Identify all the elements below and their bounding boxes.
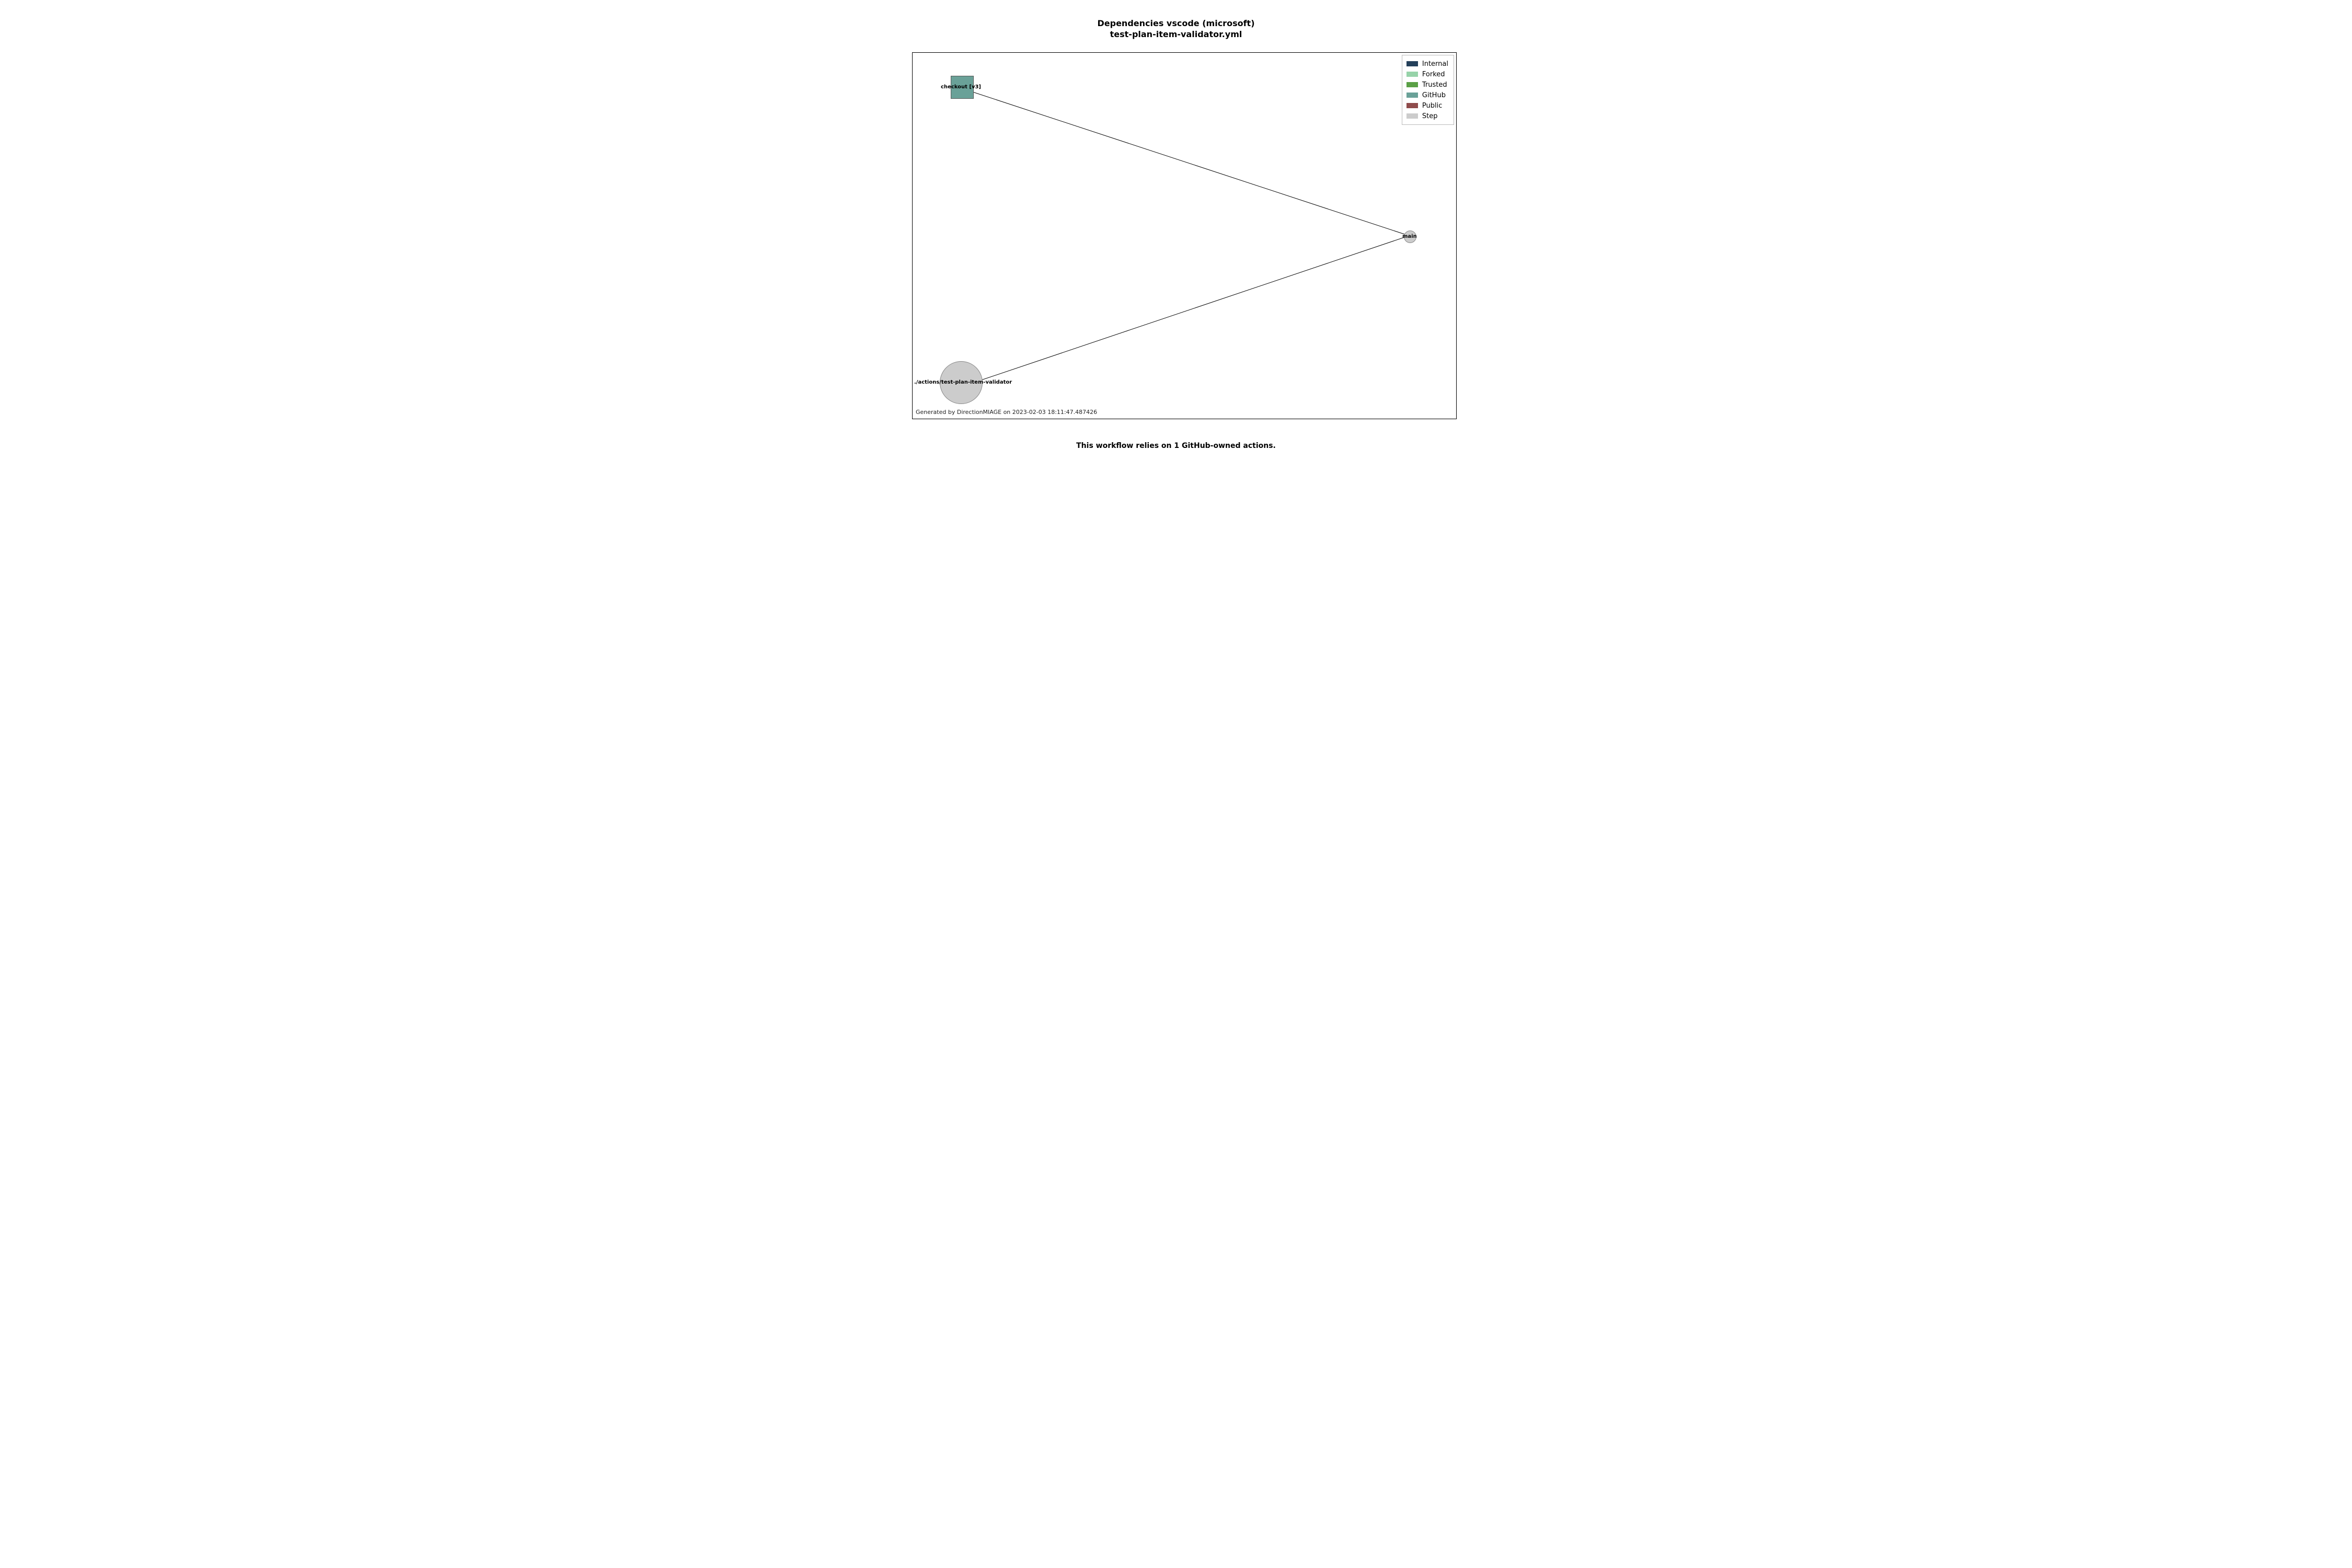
title-line-1: Dependencies vscode (microsoft): [1097, 18, 1254, 28]
node-main-label: main: [1402, 234, 1417, 239]
legend-label-trusted: Trusted: [1422, 81, 1447, 89]
legend-swatch-public: [1406, 103, 1418, 108]
legend-label-forked: Forked: [1422, 71, 1445, 78]
legend-row-github: GitHub: [1406, 90, 1448, 100]
legend-row-public: Public: [1406, 100, 1448, 111]
edge-main-validator: [975, 236, 1409, 382]
legend-swatch-github: [1406, 93, 1418, 98]
legend: Internal Forked Trusted GitHub Public St…: [1402, 55, 1454, 125]
caption-text: This workflow relies on 1 GitHub-owned a…: [823, 442, 1529, 450]
legend-row-internal: Internal: [1406, 59, 1448, 69]
legend-row-trusted: Trusted: [1406, 79, 1448, 90]
legend-label-public: Public: [1422, 102, 1442, 110]
generated-by-text: Generated by DirectionMIAGE on 2023-02-0…: [916, 409, 1097, 416]
figure-container: Dependencies vscode (microsoft) test-pla…: [823, 0, 1529, 470]
legend-swatch-step: [1406, 113, 1418, 119]
title-line-2: test-plan-item-validator.yml: [1110, 29, 1242, 39]
legend-swatch-internal: [1406, 61, 1418, 66]
legend-swatch-forked: [1406, 72, 1418, 77]
graph-edges: [913, 53, 1456, 419]
legend-label-github: GitHub: [1422, 91, 1446, 99]
legend-row-step: Step: [1406, 111, 1448, 121]
node-checkout-label: checkout [v3]: [941, 84, 981, 90]
edge-main-checkout: [965, 89, 1409, 236]
legend-label-step: Step: [1422, 112, 1438, 120]
legend-label-internal: Internal: [1422, 60, 1448, 68]
node-validator-label: ./actions/test-plan-item-validator: [914, 379, 1012, 385]
chart-title: Dependencies vscode (microsoft) test-pla…: [823, 0, 1529, 40]
legend-row-forked: Forked: [1406, 69, 1448, 79]
plot-area: checkout [v3] main ./actions/test-plan-i…: [912, 52, 1457, 419]
legend-swatch-trusted: [1406, 82, 1418, 87]
